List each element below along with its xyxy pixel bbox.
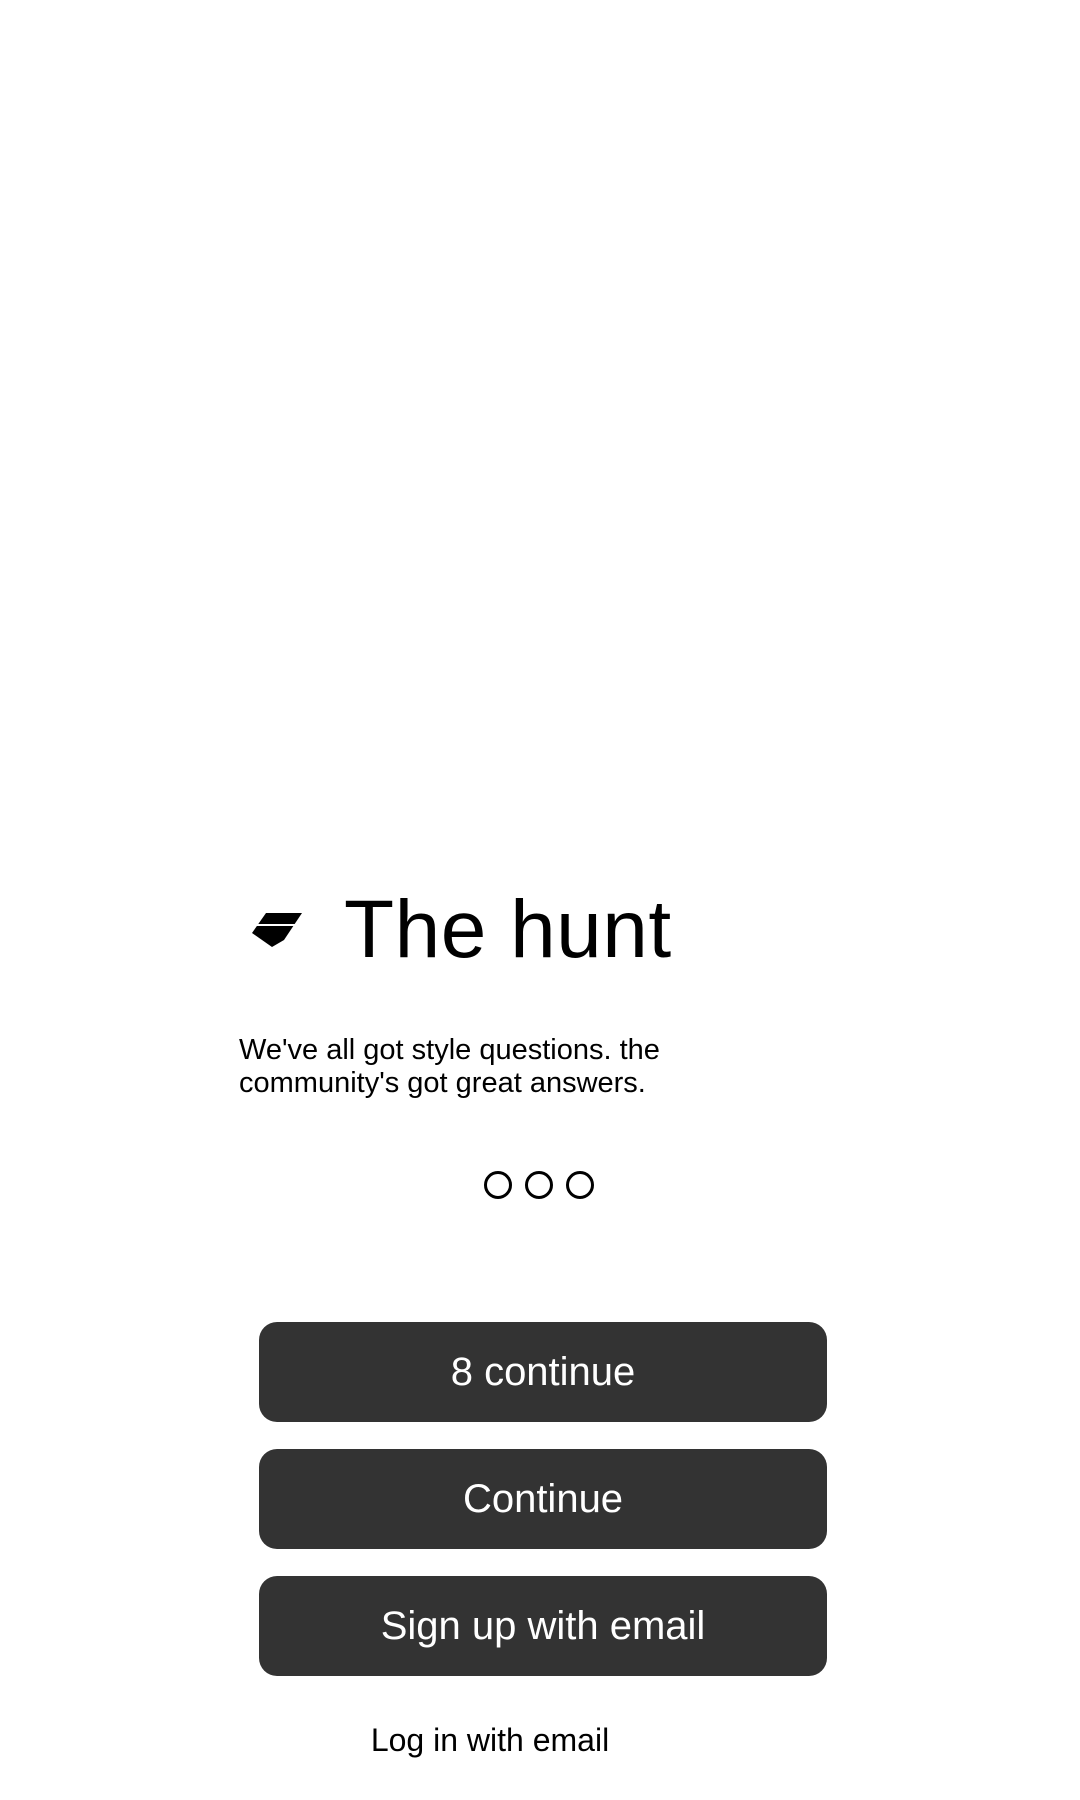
tag-icon (250, 905, 310, 955)
sign-up-with-email-button[interactable]: Sign up with email (259, 1576, 827, 1676)
tagline: We've all got style questions. the commu… (239, 1034, 739, 1100)
continue-with-account-button[interactable]: 8 continue (259, 1322, 827, 1422)
page-indicator (484, 1171, 594, 1199)
continue-button[interactable]: Continue (259, 1449, 827, 1549)
page-dot-1[interactable] (484, 1171, 512, 1199)
page-dot-3[interactable] (566, 1171, 594, 1199)
log-in-with-email-link[interactable]: Log in with email (0, 1722, 980, 1759)
brand-header: The hunt (250, 880, 672, 980)
tagline-line-2: community's got great answers. (239, 1067, 646, 1099)
tagline-line-1: We've all got style questions. the (239, 1034, 660, 1066)
app-title: The hunt (344, 884, 672, 975)
page-dot-2[interactable] (525, 1171, 553, 1199)
